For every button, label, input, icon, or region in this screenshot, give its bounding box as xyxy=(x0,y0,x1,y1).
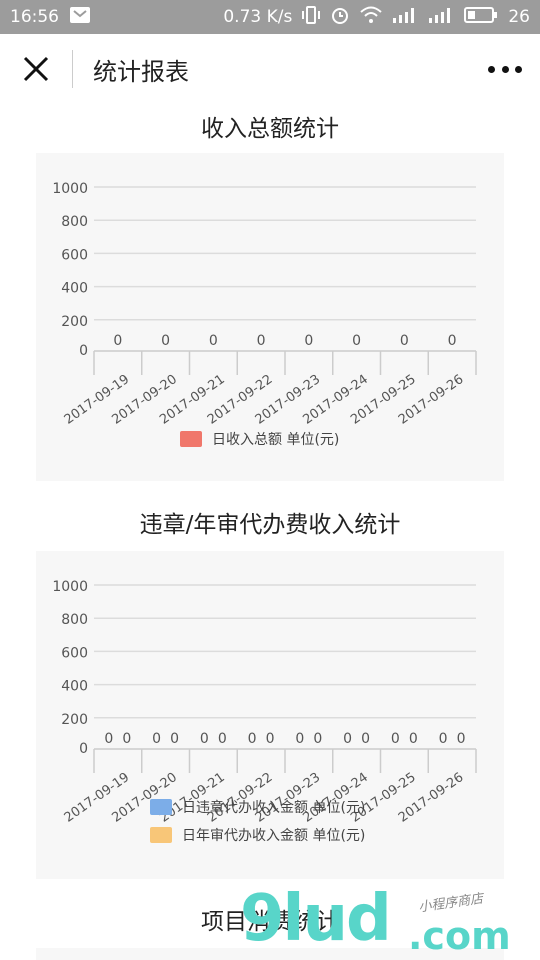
data-label: 0 xyxy=(391,731,400,747)
status-bar: 16:56 0.73 K/s 26 xyxy=(0,0,540,34)
y-tick-label: 600 xyxy=(61,247,88,263)
data-label: 0 xyxy=(409,731,418,747)
data-label: 0 xyxy=(295,731,304,747)
data-label: 0 xyxy=(266,731,275,747)
data-label: 0 xyxy=(152,731,161,747)
data-label: 0 xyxy=(248,731,257,747)
more-icon-dot xyxy=(515,65,522,73)
y-tick-label: 200 xyxy=(61,314,88,330)
nav-divider xyxy=(72,50,73,88)
more-icon-dot xyxy=(488,65,495,73)
network-speed: 0.73 K/s xyxy=(223,7,293,27)
section-title-income: 收入总额统计 xyxy=(201,116,339,142)
legend-swatch xyxy=(180,431,202,447)
bar-chart-income: 0200400600800100002017-09-1902017-09-200… xyxy=(52,181,477,448)
notification-icon xyxy=(69,6,91,29)
legend-swatch xyxy=(150,827,172,843)
data-label: 0 xyxy=(343,731,352,747)
status-time: 16:56 xyxy=(10,7,59,27)
close-button[interactable] xyxy=(0,34,72,104)
section-title-agency: 违章/年审代办费收入统计 xyxy=(139,512,401,538)
y-tick-label: 800 xyxy=(61,214,88,230)
nav-bar: 统计报表 xyxy=(0,34,540,104)
watermark-tagline: 小程序商店 xyxy=(417,891,485,916)
data-label: 0 xyxy=(439,731,448,747)
bar-chart-agency: 020040060080010000 02017-09-190 02017-09-2… xyxy=(52,579,477,844)
battery-level: 26 xyxy=(508,7,530,27)
data-label: 0 xyxy=(161,333,170,349)
signal-icon xyxy=(392,6,418,29)
y-tick-label: 800 xyxy=(61,612,88,628)
signal-4g-icon xyxy=(428,6,454,29)
data-label: 0 xyxy=(352,333,361,349)
wifi-icon xyxy=(360,6,383,29)
legend-swatch xyxy=(150,799,172,815)
data-label: 0 xyxy=(200,731,209,747)
data-label: 0 xyxy=(170,731,179,747)
data-label: 0 xyxy=(218,731,227,747)
data-label: 0 xyxy=(457,731,466,747)
battery-icon xyxy=(464,6,498,29)
watermark: 9lud .com 小程序商店 xyxy=(240,878,530,960)
y-tick-label: 400 xyxy=(61,679,88,695)
data-label: 0 xyxy=(104,731,113,747)
y-tick-label: 1000 xyxy=(52,181,88,197)
data-label: 0 xyxy=(304,333,313,349)
y-tick-label: 200 xyxy=(61,712,88,728)
data-label: 0 xyxy=(313,731,322,747)
y-tick-label: 400 xyxy=(61,281,88,297)
chart-income-total: 0 200 400 600 800 1000 0 2017-09-19 0 2017-09-20 0… xyxy=(36,153,504,481)
data-label: 0 xyxy=(448,333,457,349)
more-button[interactable] xyxy=(488,56,522,82)
data-label: 0 xyxy=(257,333,266,349)
alarm-icon xyxy=(330,5,350,30)
watermark-domain: .com xyxy=(408,914,511,958)
chart-agency-fee: 0 200 400 600 800 1000 0 0 2017-09-19 0 0 2017-09-2… xyxy=(36,551,504,879)
legend-label: 日收入总额 单位(元) xyxy=(212,432,339,448)
data-label: 0 xyxy=(361,731,370,747)
data-label: 0 xyxy=(113,333,122,349)
close-icon xyxy=(23,56,49,82)
y-tick-label: 1000 xyxy=(52,579,88,595)
vibrate-icon xyxy=(302,5,321,30)
watermark-brand: 9lud xyxy=(240,882,392,956)
y-tick-label: 0 xyxy=(79,343,88,359)
more-icon-dot xyxy=(501,65,509,73)
data-label: 0 xyxy=(209,333,218,349)
y-tick-label: 600 xyxy=(61,645,88,661)
data-label: 0 xyxy=(122,731,131,747)
legend-label: 日违章代办收入金额 单位(元) xyxy=(182,799,365,816)
page-title: 统计报表 xyxy=(93,57,189,86)
data-label: 0 xyxy=(400,333,409,349)
y-tick-label: 0 xyxy=(79,741,88,757)
legend-label: 日年审代办收入金额 单位(元) xyxy=(182,828,365,844)
